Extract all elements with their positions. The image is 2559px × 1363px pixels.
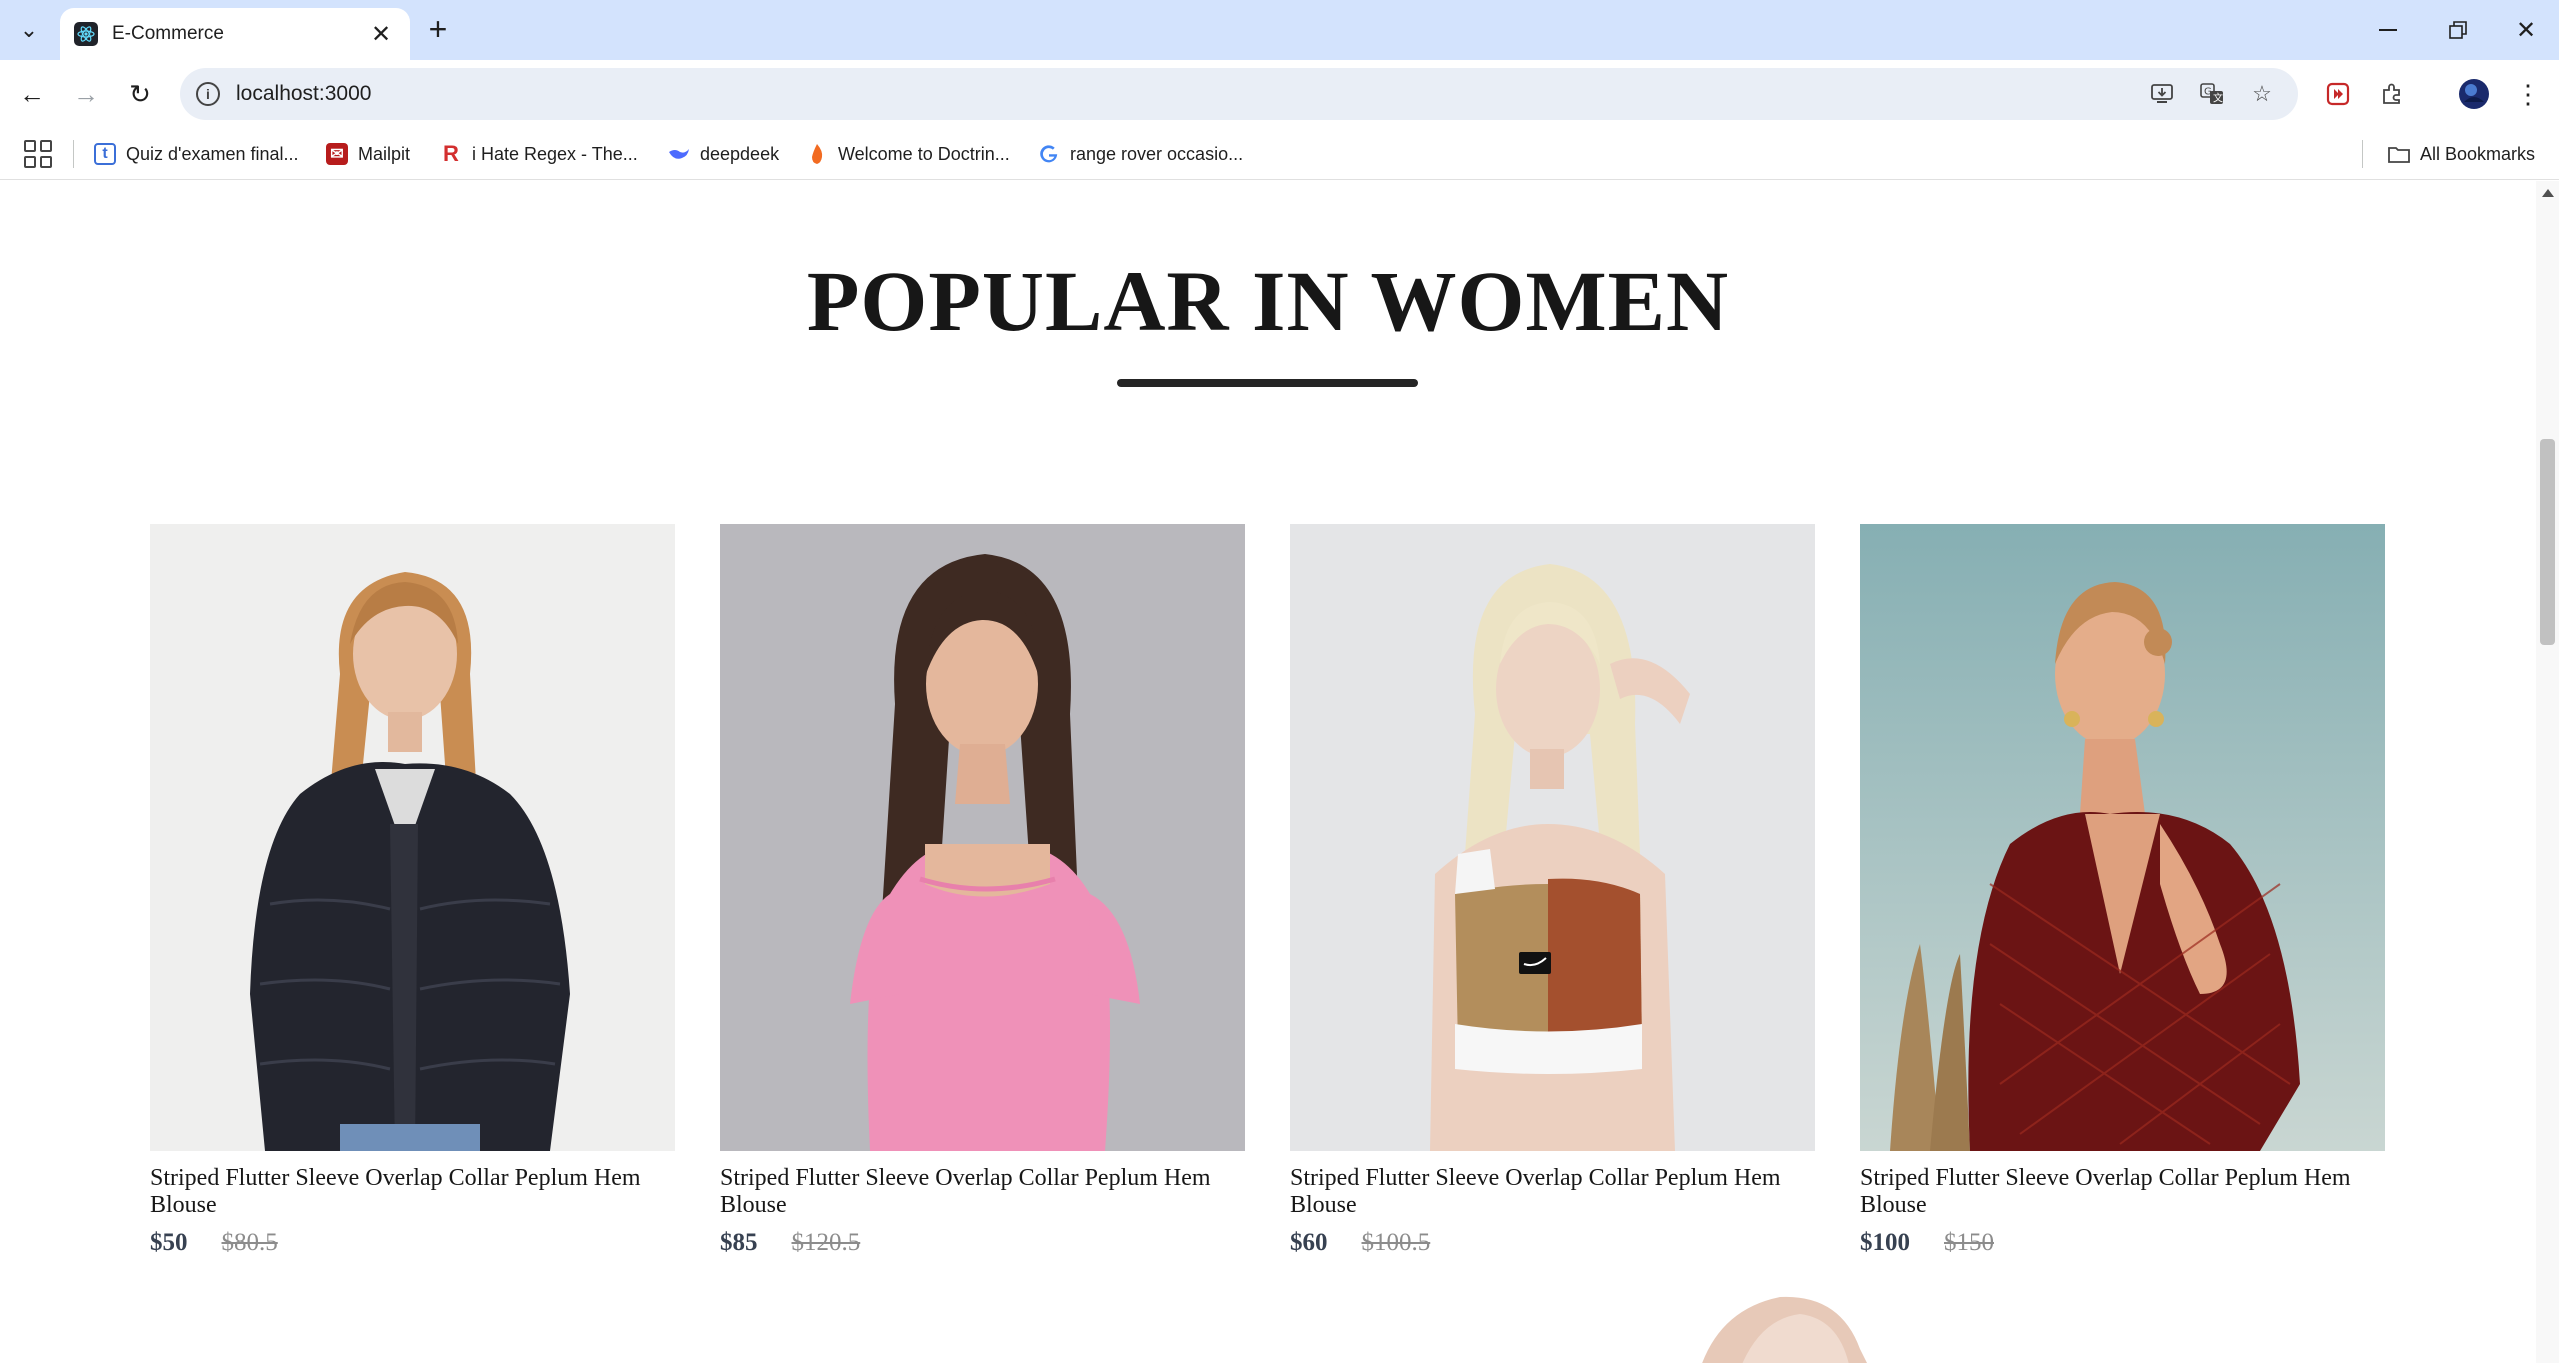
- quiz-icon: t: [94, 143, 116, 165]
- section-title: POPULAR IN WOMEN: [806, 253, 1730, 349]
- page-viewport: POPULAR IN WOMEN Striped Flutter Sleeve …: [0, 181, 2536, 1363]
- product-new-price: $60: [1290, 1229, 1328, 1256]
- red-blouse-photo: [1860, 524, 2385, 1151]
- product-card[interactable]: Striped Flutter Sleeve Overlap Collar Pe…: [1290, 524, 1815, 1257]
- tab-close-icon[interactable]: ✕: [366, 20, 396, 49]
- product-name: Striped Flutter Sleeve Overlap Collar Pe…: [1290, 1165, 1781, 1218]
- address-bar[interactable]: i localhost:3000 G文 ☆: [180, 68, 2298, 120]
- back-arrow-icon[interactable]: ←: [12, 74, 52, 114]
- active-tab[interactable]: E-Commerce ✕: [60, 8, 410, 60]
- bookmark-doctrine[interactable]: Welcome to Doctrin...: [806, 138, 1010, 170]
- product-old-price: $80.5: [221, 1229, 278, 1256]
- new-tab-button[interactable]: +: [420, 12, 456, 48]
- product-old-price: $150: [1944, 1229, 1994, 1256]
- bookmarks-bar: t Quiz d'examen final... ✉ Mailpit R i H…: [0, 128, 2559, 180]
- mailpit-icon: ✉: [326, 143, 348, 165]
- extension-red-icon[interactable]: [2318, 74, 2358, 114]
- bookmark-deepseek[interactable]: deepdeek: [668, 138, 779, 170]
- regex-icon: R: [443, 141, 459, 166]
- react-favicon-icon: [74, 22, 98, 46]
- product-image[interactable]: [150, 524, 675, 1151]
- next-product-image-peek: [1702, 1296, 1867, 1363]
- tab-search-chevron-icon[interactable]: ⌄: [10, 12, 48, 48]
- folder-icon: [2388, 143, 2410, 165]
- bookmarks-divider: [2362, 140, 2363, 168]
- product-image[interactable]: [720, 524, 1245, 1151]
- product-prices: $60 $100.5: [1290, 1229, 1815, 1257]
- product-image[interactable]: [1290, 524, 1815, 1151]
- forward-arrow-icon[interactable]: →: [66, 74, 106, 114]
- product-prices: $50 $80.5: [150, 1229, 675, 1257]
- bookmarks-divider: [73, 140, 74, 168]
- page-scrollbar[interactable]: [2536, 181, 2559, 1363]
- product-card[interactable]: Striped Flutter Sleeve Overlap Collar Pe…: [1860, 524, 2385, 1257]
- extensions-puzzle-icon[interactable]: [2372, 74, 2412, 114]
- product-prices: $100 $150: [1860, 1229, 2385, 1257]
- bookmark-regex[interactable]: R i Hate Regex - The...: [440, 138, 638, 170]
- section-title-underline: [1117, 379, 1418, 387]
- restore-icon[interactable]: [2428, 10, 2488, 50]
- minimize-icon[interactable]: [2358, 10, 2418, 50]
- bookmark-label: deepdeek: [700, 143, 780, 164]
- doctrine-icon: [806, 143, 828, 165]
- deepseek-icon: [668, 143, 690, 165]
- product-card[interactable]: Striped Flutter Sleeve Overlap Collar Pe…: [720, 524, 1245, 1257]
- tab-title: E-Commerce: [112, 23, 224, 44]
- browser-toolbar: ← → ↻ i localhost:3000 G文 ☆ ⋮: [0, 60, 2559, 128]
- profile-avatar[interactable]: [2454, 74, 2494, 114]
- product-name: Striped Flutter Sleeve Overlap Collar Pe…: [720, 1165, 1211, 1218]
- svg-text:文: 文: [2213, 92, 2223, 105]
- apps-grid-icon[interactable]: [24, 140, 52, 168]
- reload-icon[interactable]: ↻: [120, 74, 160, 114]
- all-bookmarks-label: All Bookmarks: [2420, 143, 2536, 164]
- bookmark-label: range rover occasio...: [1070, 143, 1244, 164]
- bookmark-mailpit[interactable]: ✉ Mailpit: [326, 138, 410, 170]
- product-new-price: $50: [150, 1229, 188, 1256]
- url-text: localhost:3000: [236, 82, 372, 105]
- bookmark-star-icon[interactable]: ☆: [2246, 78, 2278, 110]
- window-close-icon[interactable]: ✕: [2496, 10, 2556, 50]
- black-fur-jacket-photo: [150, 524, 675, 1151]
- product-name: Striped Flutter Sleeve Overlap Collar Pe…: [1860, 1165, 2351, 1218]
- bookmark-quiz[interactable]: t Quiz d'examen final...: [94, 138, 299, 170]
- bookmark-label: i Hate Regex - The...: [472, 143, 638, 164]
- product-image[interactable]: [1860, 524, 2385, 1151]
- install-app-icon[interactable]: [2146, 78, 2178, 110]
- browser-menu-icon[interactable]: ⋮: [2508, 74, 2548, 114]
- all-bookmarks-button[interactable]: All Bookmarks: [2388, 138, 2535, 170]
- bookmark-label: Mailpit: [358, 143, 411, 164]
- colorblock-crop-top-photo: [1290, 524, 1815, 1151]
- product-old-price: $100.5: [1361, 1229, 1431, 1256]
- scroll-up-arrow-icon[interactable]: [2542, 189, 2554, 197]
- product-old-price: $120.5: [791, 1229, 861, 1256]
- tab-strip: ⌄ E-Commerce ✕ + ✕: [0, 0, 2559, 60]
- pink-top-photo: [720, 524, 1245, 1151]
- translate-icon[interactable]: G文: [2196, 78, 2228, 110]
- bookmark-google[interactable]: range rover occasio...: [1038, 138, 1243, 170]
- scrollbar-thumb[interactable]: [2540, 439, 2555, 645]
- product-card[interactable]: Striped Flutter Sleeve Overlap Collar Pe…: [150, 524, 675, 1257]
- bookmark-label: Quiz d'examen final...: [126, 143, 299, 164]
- product-name: Striped Flutter Sleeve Overlap Collar Pe…: [150, 1165, 641, 1218]
- google-icon: [1038, 143, 1060, 165]
- product-prices: $85 $120.5: [720, 1229, 1245, 1257]
- product-new-price: $85: [720, 1229, 758, 1256]
- site-info-icon[interactable]: i: [196, 82, 220, 106]
- bookmark-label: Welcome to Doctrin...: [838, 143, 1010, 164]
- product-new-price: $100: [1860, 1229, 1910, 1256]
